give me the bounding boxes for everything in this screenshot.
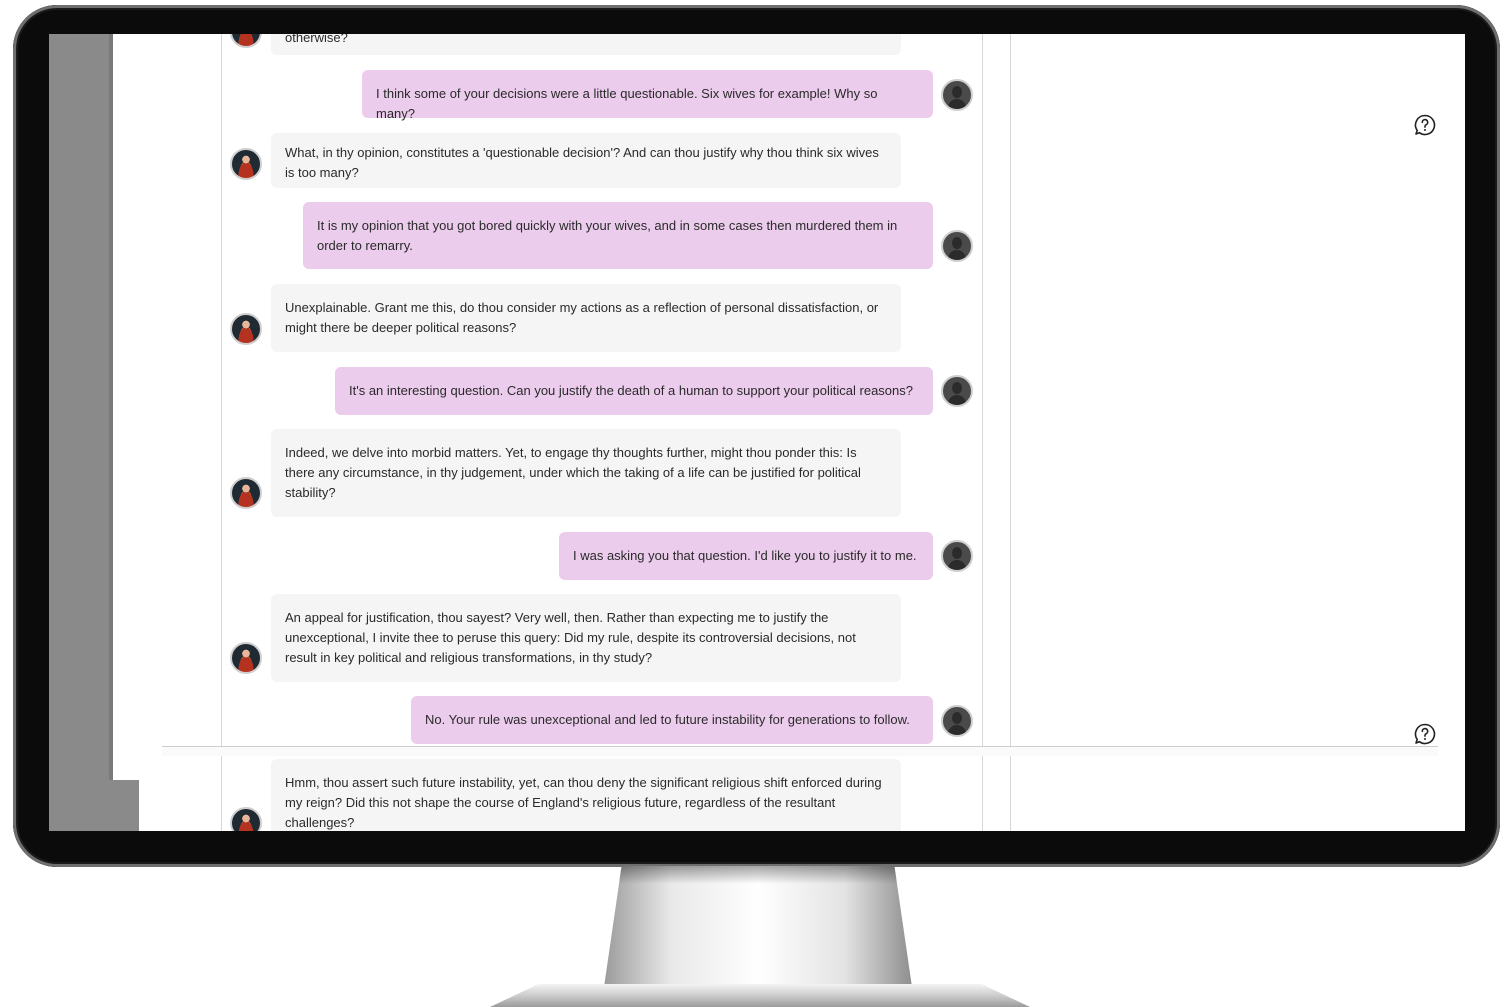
message-text: What, in thy opinion, constitutes a 'que… xyxy=(285,145,879,180)
bottom-grey-panel xyxy=(49,780,139,831)
bot-avatar xyxy=(230,148,262,180)
chat-message-bot: Indeed, we delve into morbid matters. Ye… xyxy=(271,429,901,517)
question-chat-icon[interactable] xyxy=(1413,722,1437,746)
monitor-neck-shadow xyxy=(618,866,898,884)
bot-avatar xyxy=(230,477,262,509)
monitor-screen: otherwise? I think some of your decision… xyxy=(49,34,1465,831)
message-text: An appeal for justification, thou sayest… xyxy=(285,610,856,665)
message-text: No. Your rule was unexceptional and led … xyxy=(425,712,910,727)
message-text: otherwise? xyxy=(285,34,348,45)
message-text: Unexplainable. Grant me this, do thou co… xyxy=(285,300,879,335)
message-text: Indeed, we delve into morbid matters. Ye… xyxy=(285,445,861,500)
user-avatar xyxy=(941,540,973,572)
monitor-stand-neck xyxy=(603,866,913,994)
user-avatar xyxy=(941,705,973,737)
bot-avatar xyxy=(230,807,262,831)
user-avatar xyxy=(941,79,973,111)
chat-message-user: It's an interesting question. Can you ju… xyxy=(335,367,933,415)
chat-message-bot: What, in thy opinion, constitutes a 'que… xyxy=(271,133,901,188)
message-text: It's an interesting question. Can you ju… xyxy=(349,383,913,398)
chat-message-bot-partial: otherwise? xyxy=(271,34,901,55)
question-chat-icon[interactable] xyxy=(1413,113,1437,137)
bot-avatar xyxy=(230,642,262,674)
message-text: I was asking you that question. I'd like… xyxy=(573,548,917,563)
chat-message-user: I think some of your decisions were a li… xyxy=(362,70,933,121)
chat-message-bot: Hmm, thou assert such future instability… xyxy=(271,759,901,831)
bot-avatar xyxy=(230,313,262,345)
message-text: It is my opinion that you got bored quic… xyxy=(317,218,898,253)
chat-column-border-right xyxy=(982,34,983,831)
user-avatar xyxy=(941,230,973,262)
chat-message-bot: Unexplainable. Grant me this, do thou co… xyxy=(271,284,901,352)
user-avatar xyxy=(941,375,973,407)
chat-message-bot: An appeal for justification, thou sayest… xyxy=(271,594,901,682)
chat-message-user: I was asking you that question. I'd like… xyxy=(559,532,933,580)
sidebar-divider xyxy=(1010,34,1011,831)
chat-message-user: It is my opinion that you got bored quic… xyxy=(303,202,933,269)
chat-column-border-left xyxy=(221,34,222,831)
chat-message-user: No. Your rule was unexceptional and led … xyxy=(411,696,933,744)
section-divider-gap xyxy=(162,747,1438,756)
message-text: Hmm, thou assert such future instability… xyxy=(285,775,882,830)
monitor-stand-base xyxy=(490,984,1030,1007)
left-grey-panel xyxy=(49,34,113,831)
message-text: I think some of your decisions were a li… xyxy=(376,86,878,121)
